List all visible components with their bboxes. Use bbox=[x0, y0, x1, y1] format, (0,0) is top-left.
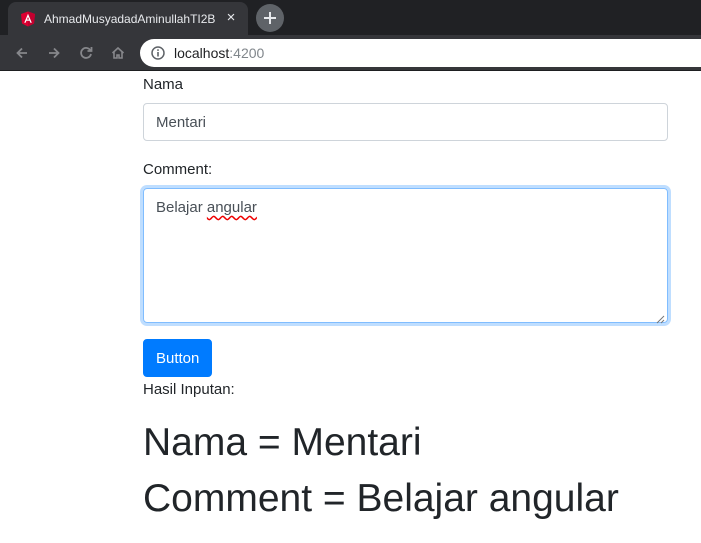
tab-title: AhmadMusyadadAminullahTI2B bbox=[44, 11, 216, 26]
comment-label: Comment: bbox=[143, 161, 213, 178]
angular-icon bbox=[20, 11, 36, 27]
browser-tabstrip: AhmadMusyadadAminullahTI2B × bbox=[0, 0, 701, 35]
nama-label: Nama bbox=[143, 76, 184, 93]
address-bar[interactable]: localhost:4200 bbox=[140, 39, 701, 67]
plus-icon bbox=[264, 12, 276, 24]
result-nama-heading: Nama = Mentari bbox=[143, 421, 422, 464]
forward-arrow-icon[interactable] bbox=[42, 41, 66, 65]
comment-text-word2: angular bbox=[206, 199, 257, 216]
back-arrow-icon[interactable] bbox=[10, 41, 34, 65]
info-icon[interactable] bbox=[151, 46, 165, 60]
nama-input[interactable]: Mentari bbox=[143, 103, 668, 141]
url-port: :4200 bbox=[229, 45, 265, 61]
new-tab-button[interactable] bbox=[256, 4, 284, 32]
resize-grip-icon[interactable] bbox=[656, 311, 665, 324]
nama-input-value: Mentari bbox=[156, 113, 207, 131]
close-icon[interactable]: × bbox=[222, 9, 240, 27]
browser-tab[interactable]: AhmadMusyadadAminullahTI2B × bbox=[8, 2, 248, 35]
url-text: localhost:4200 bbox=[174, 45, 264, 61]
home-icon[interactable] bbox=[106, 41, 130, 65]
comment-text-word1: Belajar bbox=[156, 199, 203, 216]
browser-toolbar: localhost:4200 bbox=[0, 35, 701, 71]
reload-icon[interactable] bbox=[74, 41, 98, 65]
comment-textarea[interactable]: Belajar angular bbox=[143, 188, 668, 324]
submit-button[interactable]: Button bbox=[143, 339, 213, 377]
result-comment-heading: Comment = Belajar angular bbox=[143, 477, 619, 520]
hasil-label: Hasil Inputan: bbox=[143, 381, 235, 398]
url-host: localhost bbox=[174, 45, 230, 61]
